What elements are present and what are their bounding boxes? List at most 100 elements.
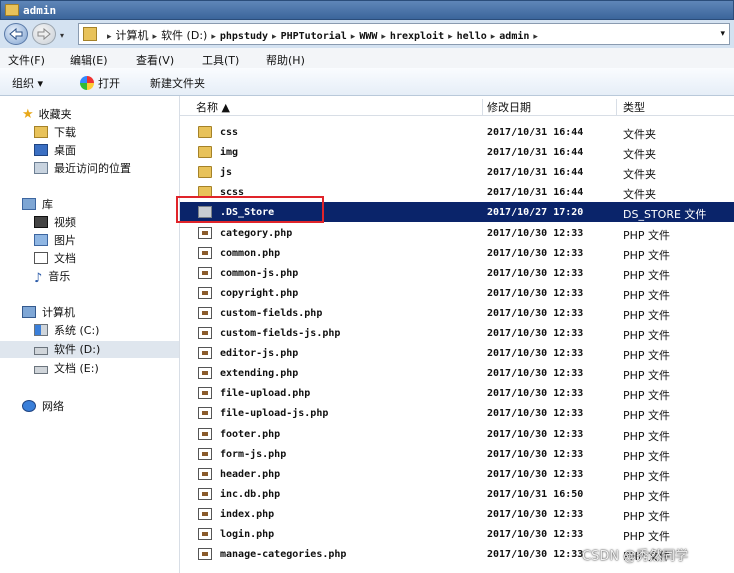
file-row[interactable]: custom-fields-js.php 2017/10/30 12:33 PHP … bbox=[180, 323, 734, 343]
file-name: form-js.php bbox=[220, 448, 287, 460]
nav-item-music[interactable]: ♪ 音乐 bbox=[34, 268, 70, 286]
window-titlebar[interactable]: admin bbox=[0, 0, 734, 20]
file-row[interactable]: login.php 2017/10/30 12:33 PHP 文件 bbox=[180, 524, 734, 544]
breadcrumb-item[interactable]: hrexploit bbox=[390, 31, 444, 42]
nav-item-drive-e[interactable]: 文档 (E:) bbox=[34, 360, 99, 377]
breadcrumb-separator-icon[interactable]: ▸ bbox=[351, 32, 356, 42]
file-type: PHP 文件 bbox=[623, 489, 671, 503]
file-row[interactable]: file-upload-js.php 2017/10/30 12:33 PHP 文件 bbox=[180, 403, 734, 423]
file-type: PHP 文件 bbox=[623, 429, 671, 443]
file-type: PHP 文件 bbox=[623, 409, 671, 423]
folder-icon bbox=[83, 27, 97, 41]
column-date[interactable]: 修改日期 bbox=[487, 99, 617, 115]
breadcrumb-separator-icon[interactable]: ▸ bbox=[107, 32, 112, 42]
column-type[interactable]: 类型 bbox=[623, 99, 734, 115]
menu-tools[interactable]: 工具(T) bbox=[202, 52, 239, 68]
menu-view[interactable]: 查看(V) bbox=[136, 52, 174, 68]
nav-item-videos[interactable]: 视频 bbox=[34, 214, 76, 231]
breadcrumb-item[interactable]: WWW bbox=[359, 31, 377, 42]
breadcrumb-item[interactable]: PHPTutorial bbox=[281, 31, 347, 42]
file-row[interactable]: footer.php 2017/10/30 12:33 PHP 文件 bbox=[180, 424, 734, 444]
file-name: custom-fields.php bbox=[220, 307, 323, 319]
file-date: 2017/10/30 12:33 bbox=[487, 388, 584, 400]
file-name: common.php bbox=[220, 247, 281, 259]
file-row[interactable]: common.php 2017/10/30 12:33 PHP 文件 bbox=[180, 243, 734, 263]
address-bar[interactable]: ▸ 计算机 ▸ 软件 (D:) ▸ phpstudy ▸ PHPTutorial ▸ WWW ▸ hr… bbox=[78, 23, 730, 45]
open-label: 打开 bbox=[98, 77, 120, 90]
breadcrumb-separator-icon[interactable]: ▸ bbox=[491, 32, 496, 42]
file-row[interactable]: extending.php 2017/10/30 12:33 PHP 文件 bbox=[180, 363, 734, 383]
watermark: CSDN @秀然同学 bbox=[582, 549, 689, 564]
history-dropdown-icon[interactable]: ▾ bbox=[60, 31, 64, 40]
breadcrumb-separator-icon[interactable]: ▸ bbox=[381, 32, 386, 42]
file-name: file-upload-js.php bbox=[220, 408, 329, 420]
php-file-icon bbox=[198, 387, 212, 400]
command-bar: 组织 ▾ 打开 新建文件夹 bbox=[0, 68, 734, 96]
php-file-icon bbox=[198, 427, 212, 440]
nav-favorites[interactable]: ★ 收藏夹 bbox=[22, 106, 72, 123]
nav-item-recent[interactable]: 最近访问的位置 bbox=[34, 160, 131, 177]
forward-button[interactable] bbox=[32, 23, 56, 45]
nav-item-downloads[interactable]: 下载 bbox=[34, 124, 76, 141]
file-type: 文件夹 bbox=[623, 188, 656, 202]
breadcrumb-separator-icon[interactable]: ▸ bbox=[448, 32, 453, 42]
file-row[interactable]: css 2017/10/31 16:44 文件夹 bbox=[180, 122, 734, 142]
nav-item-pictures[interactable]: 图片 bbox=[34, 232, 76, 249]
nav-item-drive-d[interactable]: 软件 (D:) bbox=[0, 341, 179, 358]
system-drive-icon bbox=[34, 324, 48, 336]
file-row[interactable]: editor-js.php 2017/10/30 12:33 PHP 文件 bbox=[180, 343, 734, 363]
file-date: 2017/10/31 16:44 bbox=[487, 127, 584, 138]
php-file-icon bbox=[198, 487, 212, 500]
breadcrumb-separator-icon[interactable]: ▸ bbox=[153, 32, 158, 42]
menu-edit[interactable]: 编辑(E) bbox=[70, 52, 108, 68]
file-row[interactable]: index.php 2017/10/30 12:33 PHP 文件 bbox=[180, 504, 734, 524]
file-row[interactable]: img 2017/10/31 16:44 文件夹 bbox=[180, 142, 734, 162]
menu-help[interactable]: 帮助(H) bbox=[266, 52, 305, 68]
breadcrumb-item[interactable]: 软件 (D:) bbox=[161, 29, 207, 42]
nav-item-desktop[interactable]: 桌面 bbox=[34, 142, 76, 159]
nav-libraries[interactable]: 库 bbox=[22, 196, 53, 213]
open-icon bbox=[80, 76, 94, 90]
file-row[interactable]: js 2017/10/31 16:44 文件夹 bbox=[180, 162, 734, 182]
file-name: copyright.php bbox=[220, 287, 299, 299]
breadcrumb-item[interactable]: 计算机 bbox=[116, 29, 149, 42]
folder-icon bbox=[198, 166, 212, 179]
new-folder-button[interactable]: 新建文件夹 bbox=[150, 75, 205, 91]
file-row[interactable]: copyright.php 2017/10/30 12:33 PHP 文件 bbox=[180, 283, 734, 303]
column-name[interactable]: 名称 ▲ bbox=[196, 99, 483, 115]
breadcrumb-separator-icon[interactable]: ▸ bbox=[533, 32, 538, 42]
file-date: 2017/10/30 12:33 bbox=[487, 348, 584, 360]
file-name: header.php bbox=[220, 468, 281, 480]
file-row[interactable]: form-js.php 2017/10/30 12:33 PHP 文件 bbox=[180, 444, 734, 464]
file-row[interactable]: custom-fields.php 2017/10/30 12:33 PHP 文件 bbox=[180, 303, 734, 323]
nav-item-drive-c[interactable]: 系统 (C:) bbox=[34, 322, 99, 339]
arrow-left-icon bbox=[9, 27, 23, 41]
file-date: 2017/10/30 12:33 bbox=[487, 508, 584, 520]
file-date: 2017/10/31 16:44 bbox=[487, 167, 584, 179]
breadcrumb-item[interactable]: hello bbox=[457, 31, 487, 42]
address-row: ▾ ▸ 计算机 ▸ 软件 (D:) ▸ phpstudy ▸ PHPTutorial ▸ WWW ▸… bbox=[0, 20, 734, 48]
breadcrumb-item[interactable]: admin bbox=[499, 31, 529, 42]
nav-item-documents[interactable]: 文档 bbox=[34, 250, 76, 267]
php-file-icon bbox=[198, 327, 212, 339]
nav-computer[interactable]: 计算机 bbox=[22, 304, 75, 321]
breadcrumb-item[interactable]: phpstudy bbox=[220, 31, 268, 42]
nav-network[interactable]: 网络 bbox=[22, 398, 64, 415]
open-button[interactable]: 打开 bbox=[80, 75, 120, 91]
breadcrumb-separator-icon[interactable]: ▸ bbox=[211, 32, 216, 42]
file-row[interactable]: file-upload.php 2017/10/30 12:33 PHP 文件 bbox=[180, 383, 734, 403]
file-date: 2017/10/31 16:44 bbox=[487, 147, 584, 159]
chevron-down-icon[interactable]: ▾ bbox=[720, 29, 725, 39]
breadcrumb-separator-icon[interactable]: ▸ bbox=[272, 32, 277, 42]
organize-button[interactable]: 组织 ▾ bbox=[12, 75, 43, 91]
file-type: PHP 文件 bbox=[623, 248, 671, 262]
php-file-icon bbox=[198, 548, 212, 561]
file-type: PHP 文件 bbox=[623, 509, 671, 523]
file-row[interactable]: common-js.php 2017/10/30 12:33 PHP 文件 bbox=[180, 263, 734, 283]
file-row[interactable]: inc.db.php 2017/10/31 16:50 PHP 文件 bbox=[180, 484, 734, 504]
file-row[interactable]: category.php 2017/10/30 12:33 PHP 文件 bbox=[180, 223, 734, 243]
back-button[interactable] bbox=[4, 23, 28, 45]
file-row[interactable]: header.php 2017/10/30 12:33 PHP 文件 bbox=[180, 464, 734, 484]
file-date: 2017/10/30 12:33 bbox=[487, 328, 584, 339]
menu-file[interactable]: 文件(F) bbox=[8, 52, 45, 68]
